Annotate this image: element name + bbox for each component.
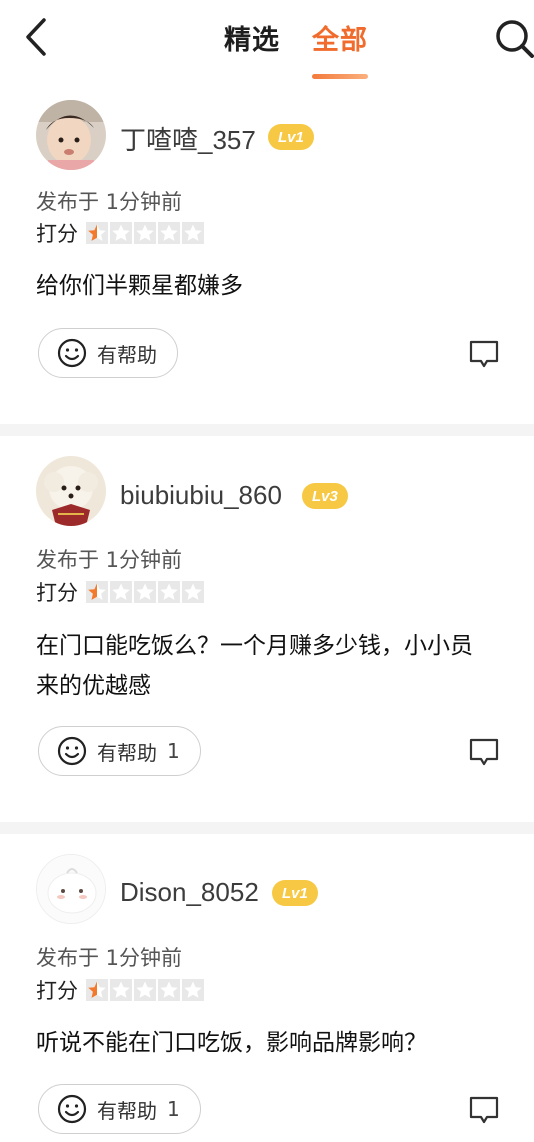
- helpful-button[interactable]: 有帮助 1: [38, 1084, 201, 1134]
- level-badge: Lv1: [268, 124, 314, 150]
- review-card: biubiubiu_860 Lv3 发布于 1分钟前 打分 在门口能吃饭么？一个…: [0, 436, 534, 822]
- rating-row: 打分: [36, 218, 204, 248]
- star-icon: [86, 979, 108, 1001]
- review-text: 给你们半颗星都嫌多: [36, 266, 534, 306]
- tab-featured[interactable]: 精选: [224, 18, 280, 57]
- review-text-line: 听说不能在门口吃饭，影响品牌影响？: [36, 1030, 427, 1056]
- review-text-line: 给你们半颗星都嫌多: [36, 273, 243, 299]
- top-bar: 精选 全部: [0, 0, 534, 86]
- review-card: Dison_8052 Lv1 发布于 1分钟前 打分 听说不能在门口吃饭，影响品…: [0, 834, 534, 1142]
- star-icon: [110, 979, 132, 1001]
- rating-label: 打分: [36, 222, 78, 246]
- star-icon: [182, 979, 204, 1001]
- star-icon: [110, 581, 132, 603]
- post-time: 发布于 1分钟前: [36, 946, 183, 970]
- smile-icon: [57, 1094, 87, 1124]
- helpful-label: 有帮助: [97, 1098, 157, 1123]
- avatar[interactable]: [36, 854, 106, 924]
- helpful-count: 1: [167, 1097, 180, 1121]
- star-icon: [134, 581, 156, 603]
- review-card: 丁喳喳_357 Lv1 发布于 1分钟前 打分 给你们半颗星都嫌多 有帮助: [0, 86, 534, 424]
- helpful-button[interactable]: 有帮助: [38, 328, 178, 378]
- star-icon: [134, 979, 156, 1001]
- post-time: 发布于 1分钟前: [36, 190, 183, 214]
- rating-label: 打分: [36, 581, 78, 605]
- smile-icon: [57, 338, 87, 368]
- star-icon: [158, 979, 180, 1001]
- level-badge: Lv1: [272, 880, 318, 906]
- star-icon: [158, 222, 180, 244]
- username[interactable]: biubiubiu_860: [120, 480, 282, 511]
- avatar[interactable]: [36, 456, 106, 526]
- username[interactable]: Dison_8052: [120, 877, 259, 908]
- star-icon: [182, 222, 204, 244]
- review-text: 在门口能吃饭么？一个月赚多少钱，小小员 来的优越感: [36, 626, 534, 706]
- rating-row: 打分: [36, 577, 204, 607]
- star-icon: [158, 581, 180, 603]
- star-icon: [110, 222, 132, 244]
- post-time: 发布于 1分钟前: [36, 548, 183, 572]
- helpful-button[interactable]: 有帮助 1: [38, 726, 201, 776]
- star-rating: [86, 222, 204, 244]
- active-tab-indicator: [312, 74, 368, 79]
- search-icon[interactable]: [494, 18, 534, 58]
- smile-icon: [57, 736, 87, 766]
- star-rating: [86, 979, 204, 1001]
- comment-icon[interactable]: [468, 338, 500, 370]
- comment-icon[interactable]: [468, 736, 500, 768]
- username[interactable]: 丁喳喳_357: [120, 120, 256, 157]
- rating-row: 打分: [36, 975, 204, 1005]
- rating-label: 打分: [36, 979, 78, 1003]
- star-icon: [86, 581, 108, 603]
- review-text: 听说不能在门口吃饭，影响品牌影响？: [36, 1023, 534, 1063]
- review-text-line: 在门口能吃饭么？一个月赚多少钱，小小员: [36, 633, 473, 659]
- helpful-count: 1: [167, 739, 180, 763]
- chevron-left-icon[interactable]: [22, 16, 52, 58]
- review-text-line: 来的优越感: [36, 673, 151, 699]
- star-icon: [182, 581, 204, 603]
- level-badge: Lv3: [302, 483, 348, 509]
- divider: [0, 424, 534, 436]
- star-icon: [134, 222, 156, 244]
- star-rating: [86, 581, 204, 603]
- comment-icon[interactable]: [468, 1094, 500, 1126]
- tab-all[interactable]: 全部: [312, 18, 368, 57]
- avatar[interactable]: [36, 100, 106, 170]
- divider: [0, 822, 534, 834]
- helpful-label: 有帮助: [97, 342, 157, 367]
- star-icon: [86, 222, 108, 244]
- helpful-label: 有帮助: [97, 740, 157, 765]
